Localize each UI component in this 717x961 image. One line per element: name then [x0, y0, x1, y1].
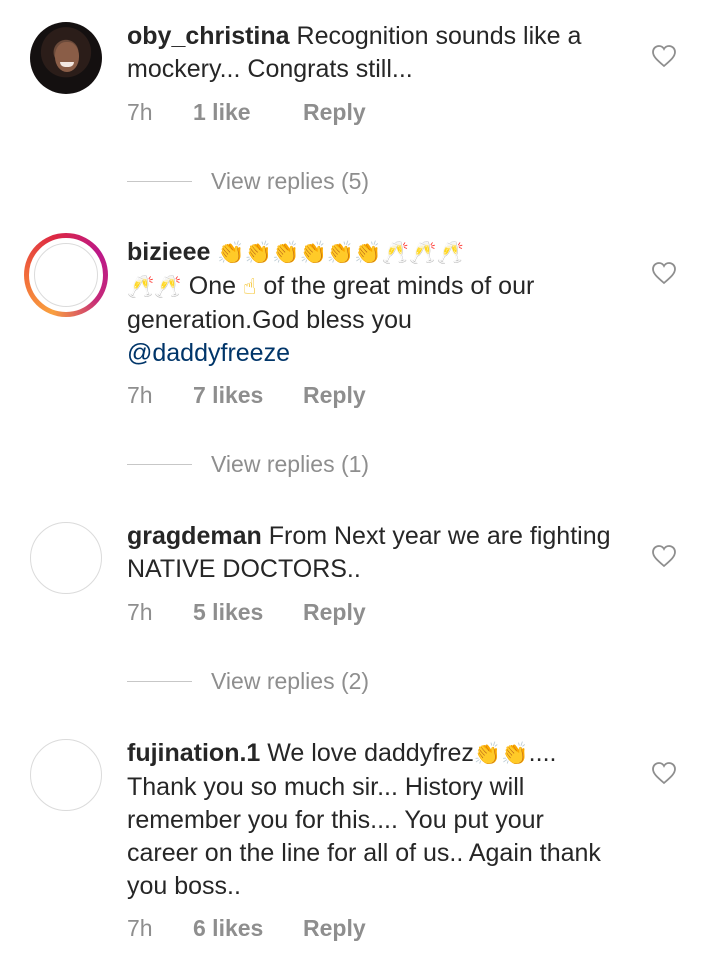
view-replies-label[interactable]: View replies (5): [211, 168, 369, 195]
reply-button[interactable]: Reply: [303, 915, 366, 942]
comment-body-part: One: [188, 272, 237, 300]
clinking-glasses-icon: 🥂🥂: [127, 275, 182, 300]
divider-line: [127, 680, 192, 682]
reply-button[interactable]: Reply: [303, 99, 366, 126]
clapping-hands-icon: 👏👏👏👏👏👏🥂🥂🥂: [217, 241, 464, 266]
avatar-inner: [29, 238, 103, 312]
view-replies-label[interactable]: View replies (1): [211, 451, 369, 478]
comment-time: 7h: [127, 915, 153, 941]
avatar-face: [55, 42, 79, 72]
reply-button[interactable]: Reply: [303, 599, 366, 626]
view-replies-button[interactable]: View replies (5): [127, 166, 369, 196]
comment-meta: 7h 5 likes Reply: [127, 599, 366, 626]
heart-outline-icon[interactable]: [651, 544, 677, 568]
divider-line: [127, 180, 192, 182]
avatar[interactable]: [30, 522, 102, 594]
avatar-placeholder: [34, 243, 98, 307]
comment-meta: 7h 7 likes Reply: [127, 382, 366, 409]
comment-username[interactable]: gragdeman: [127, 522, 262, 550]
comment-likes[interactable]: 7 likes: [193, 382, 303, 409]
avatar[interactable]: [30, 22, 102, 94]
clapping-hands-icon: 👏👏: [473, 742, 529, 767]
comment-meta: 7h 1 like Reply: [127, 99, 366, 126]
divider-line: [127, 463, 192, 465]
comment-time: 7h: [127, 382, 153, 408]
comment-likes[interactable]: 1 like: [193, 99, 303, 126]
comment-likes[interactable]: 6 likes: [193, 915, 303, 942]
comment-text: fujination.1 We love daddyfrez👏👏.... Tha…: [127, 737, 602, 903]
comment-username[interactable]: bizieee: [127, 238, 210, 266]
avatar[interactable]: [30, 739, 102, 811]
heart-outline-icon[interactable]: [651, 761, 677, 785]
comment-time: 7h: [127, 599, 153, 625]
comment-username[interactable]: fujination.1: [127, 739, 260, 767]
comment-username[interactable]: oby_christina: [127, 22, 290, 50]
comment-text: oby_christina Recognition sounds like a …: [127, 20, 617, 86]
mention-link[interactable]: @daddyfreeze: [127, 339, 290, 367]
heart-outline-icon[interactable]: [651, 44, 677, 68]
comment-text: bizieee 👏👏👏👏👏👏🥂🥂🥂 🥂🥂 One ☝ of the great …: [127, 236, 617, 370]
view-replies-label[interactable]: View replies (2): [211, 668, 369, 695]
view-replies-button[interactable]: View replies (2): [127, 666, 369, 696]
index-pointing-up-icon: ☝: [242, 275, 257, 300]
comment-likes[interactable]: 5 likes: [193, 599, 303, 626]
heart-outline-icon[interactable]: [651, 261, 677, 285]
comment-time: 7h: [127, 99, 153, 125]
comment-text: gragdeman From Next year we are fighting…: [127, 520, 617, 586]
comment-body-part: ....: [528, 739, 557, 767]
view-replies-button[interactable]: View replies (1): [127, 449, 369, 479]
avatar[interactable]: [24, 233, 108, 317]
comment-body-part: We love daddyfrez: [267, 739, 474, 767]
comment-meta: 7h 6 likes Reply: [127, 915, 366, 942]
comment-body: Thank you so much sir... History will re…: [127, 773, 601, 900]
reply-button[interactable]: Reply: [303, 382, 366, 409]
